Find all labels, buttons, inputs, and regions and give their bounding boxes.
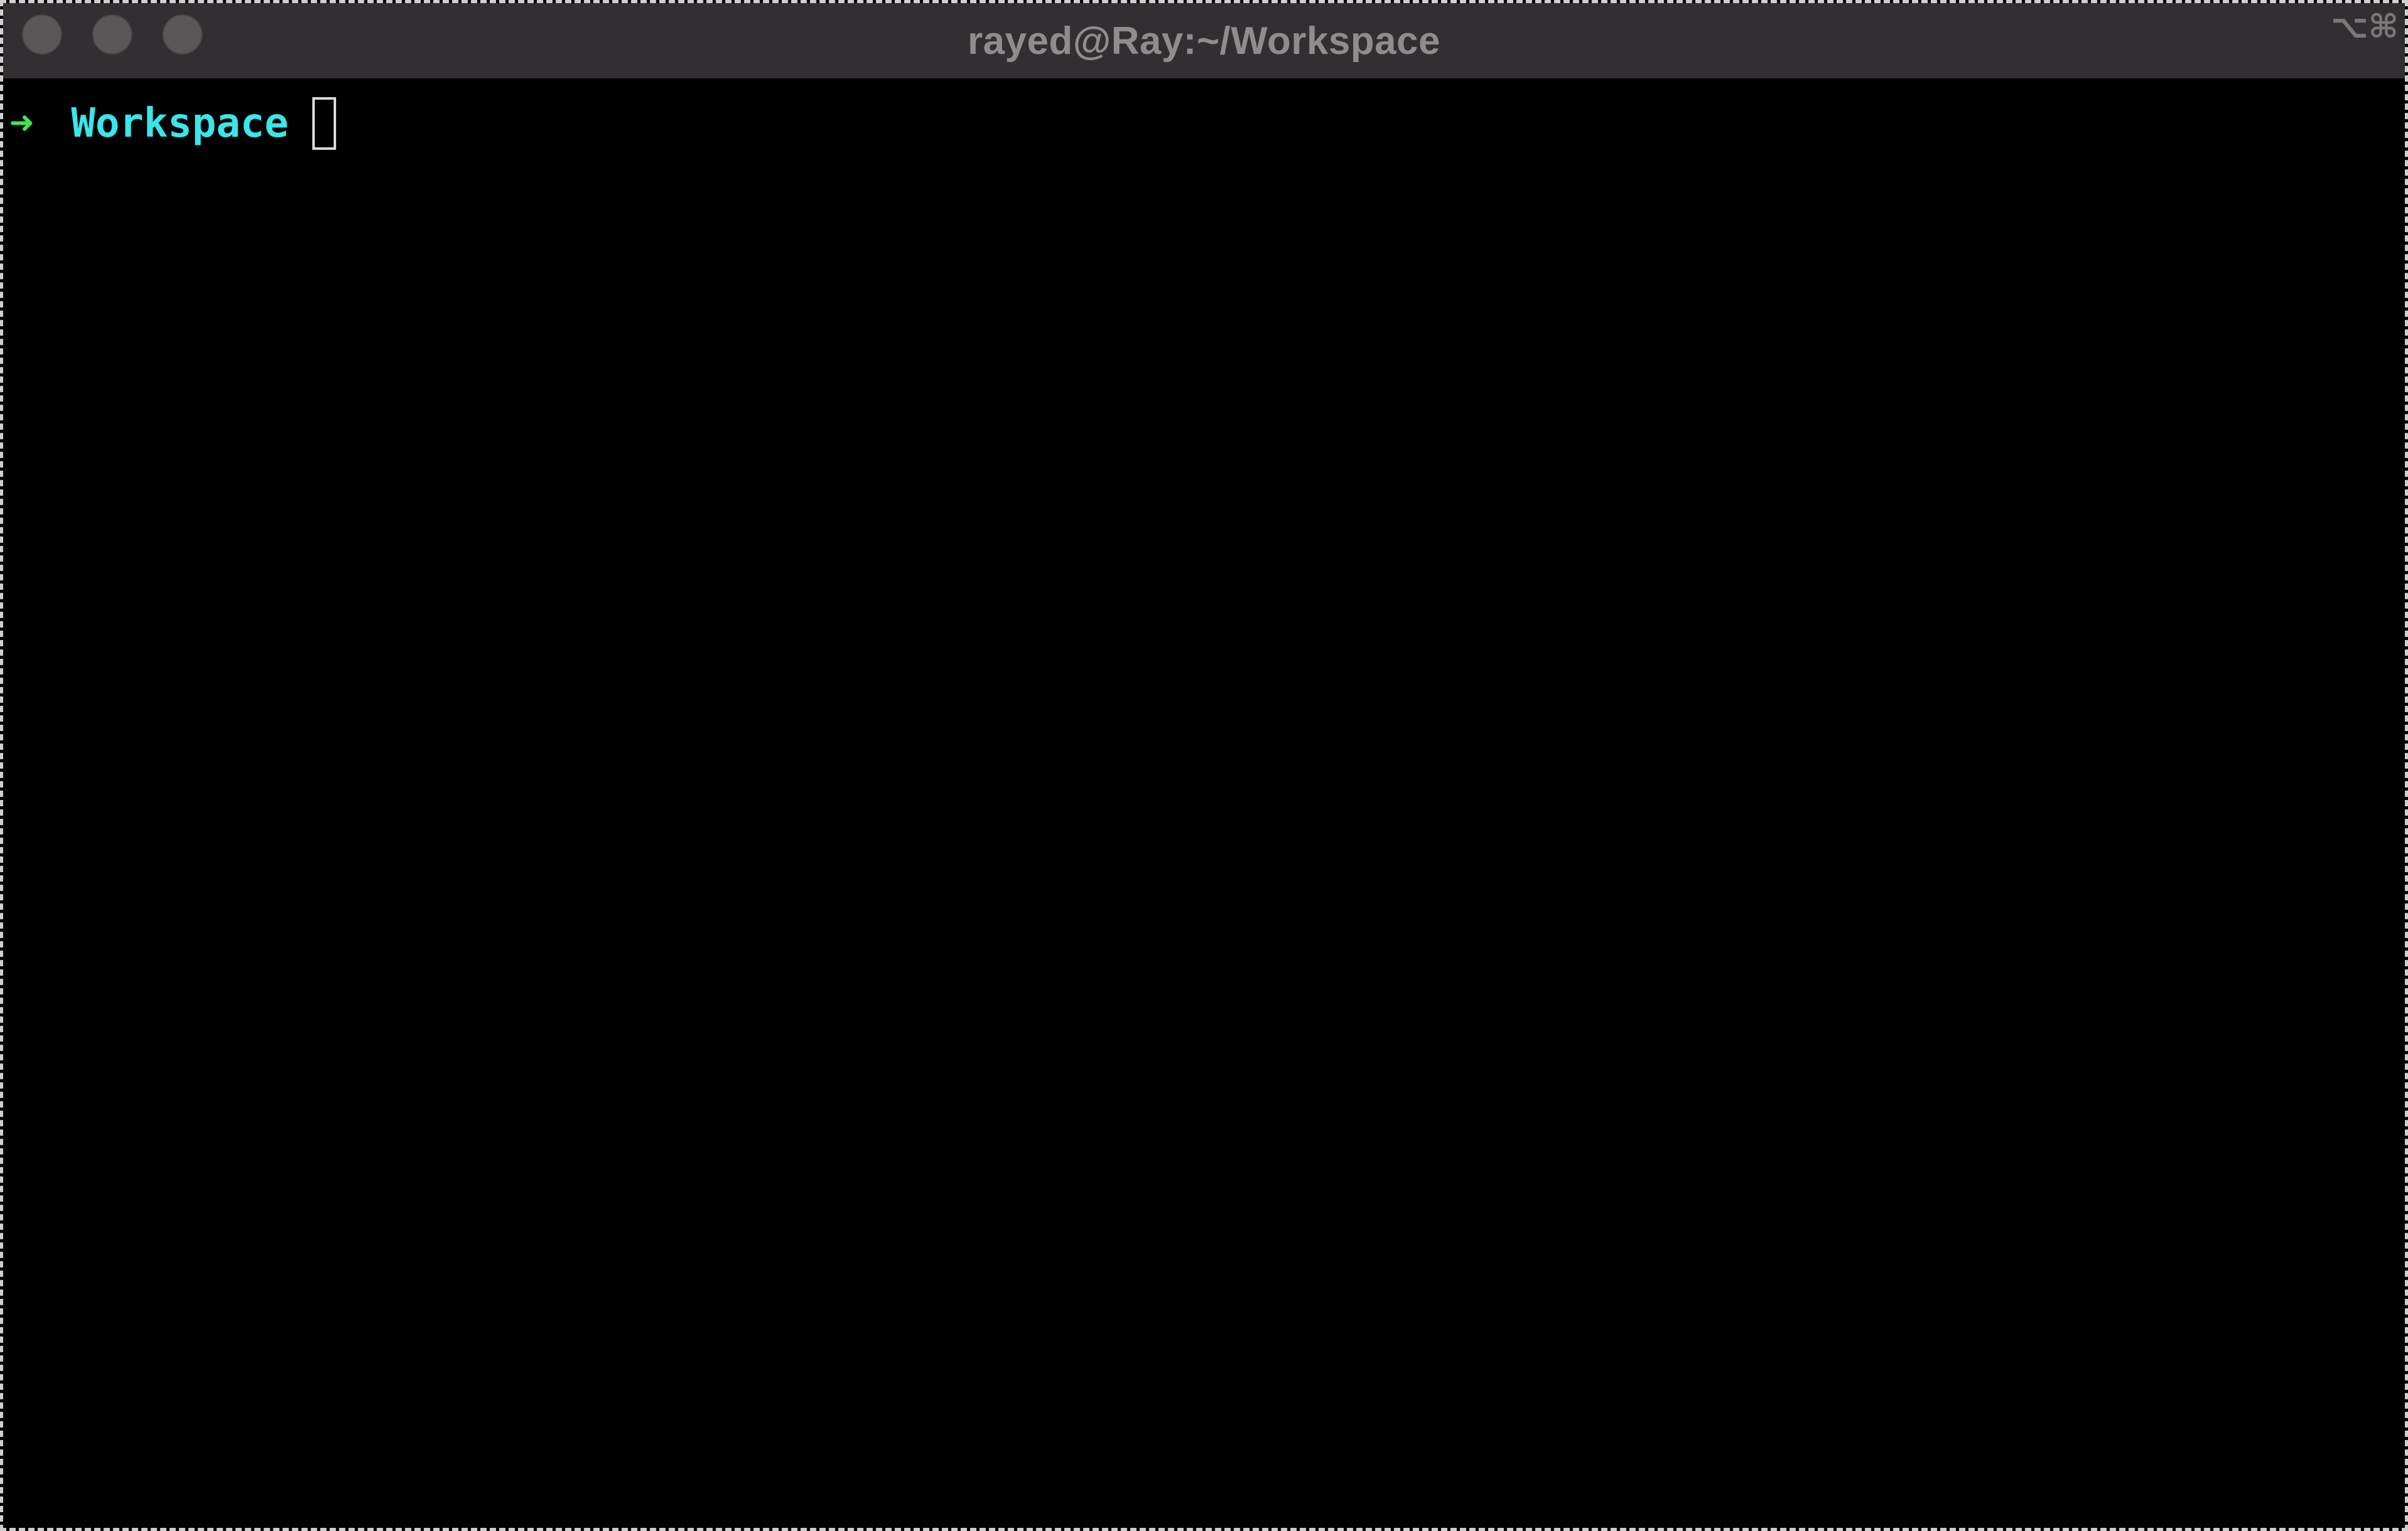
minimize-button[interactable] [92,14,132,55]
terminal-content[interactable]: ➜ Workspace [3,78,2405,1528]
prompt-line: ➜ Workspace [9,97,337,150]
window-controls [22,14,203,55]
terminal-window: rayed@Ray:~/Workspace ⌥⌘ ➜ Workspace [0,0,2408,1531]
text-cursor[interactable] [312,97,337,150]
shortcut-indicator: ⌥⌘ [2330,8,2399,46]
window-title: rayed@Ray:~/Workspace [968,19,1440,63]
current-directory: Workspace [71,100,289,147]
zoom-button[interactable] [162,14,203,55]
close-button[interactable] [22,14,62,55]
prompt-arrow-icon: ➜ [9,100,34,147]
title-bar[interactable]: rayed@Ray:~/Workspace ⌥⌘ [3,3,2405,78]
